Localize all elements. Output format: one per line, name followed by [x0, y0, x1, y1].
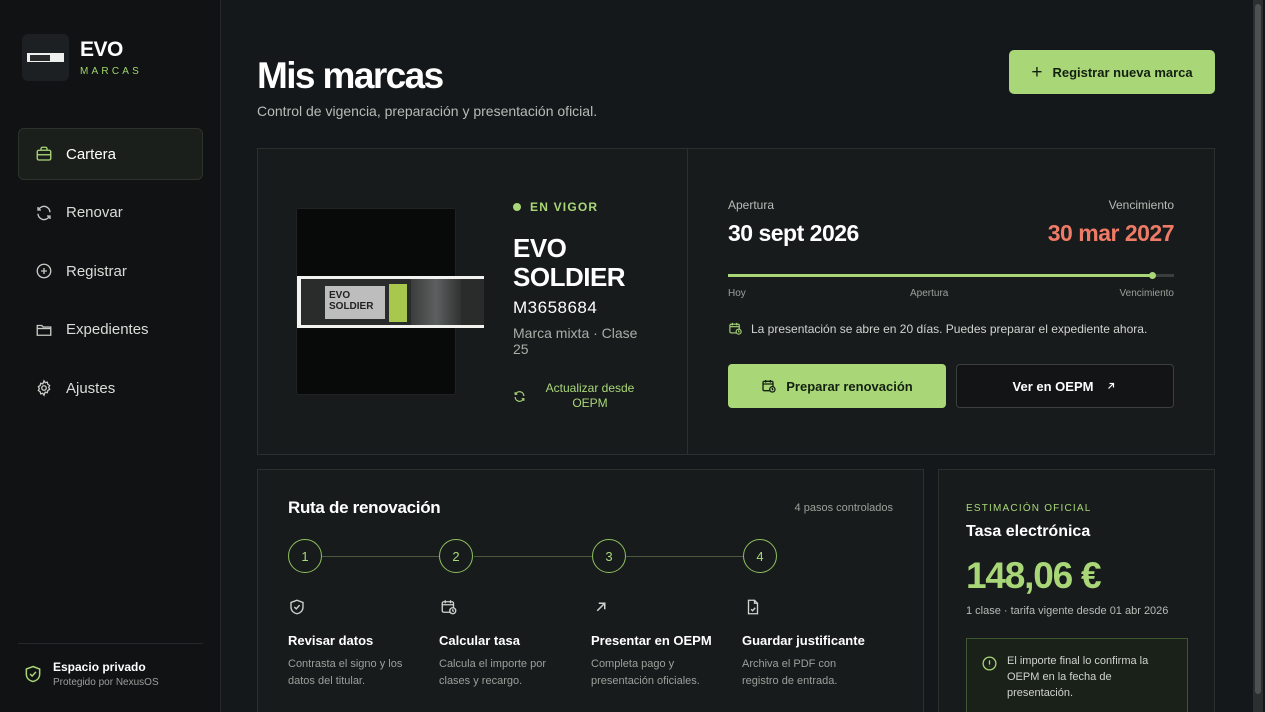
sidebar: EVO MARCAS Cartera Renovar Registrar Exp… — [0, 0, 221, 712]
arrow-up-right-icon — [1108, 382, 1115, 389]
mark-image: EVO SOLDIER — [296, 208, 484, 395]
status-dot — [513, 203, 521, 211]
sidebar-item-renovar[interactable]: Renovar — [18, 187, 203, 239]
step-description: Contrasta el signo y los datos del titul… — [288, 658, 403, 687]
step-description: Completa pago y presentación oficiales. — [591, 658, 700, 687]
step-number: 2 — [439, 539, 473, 573]
scrollbar[interactable] — [1253, 0, 1263, 712]
view-oepm-label: Ver en OEPM — [1012, 378, 1094, 394]
page-title: Mis marcas — [257, 55, 444, 96]
opening-date: 30 sept 2026 — [728, 220, 859, 246]
prepare-renewal-label: Preparar renovación — [786, 378, 913, 394]
update-from-oepm-label: Actualizar desde OEPM — [545, 381, 635, 410]
step-connector — [626, 556, 743, 557]
prepare-renewal-button[interactable]: Preparar renovación — [728, 364, 946, 408]
step-description: Calcula el importe por clases y recargo. — [439, 658, 546, 687]
step-number: 3 — [592, 539, 626, 573]
gear-icon — [37, 379, 51, 397]
view-oepm-button[interactable]: Ver en OEPM — [956, 364, 1174, 408]
page-subtitle: Control de vigencia, preparación y prese… — [257, 103, 598, 119]
timeline-progress — [728, 274, 1152, 277]
brand-subtitle: MARCAS — [80, 65, 142, 77]
info-icon — [982, 656, 997, 671]
refresh-icon — [37, 205, 51, 220]
timeline-marker — [1148, 272, 1156, 279]
calendar-clock-icon — [762, 380, 776, 393]
scrollbar-thumb[interactable] — [1255, 4, 1261, 694]
fee-note-text: El importe final lo confirma la OEPM en … — [1007, 655, 1149, 699]
mark-number: M3658684 — [513, 298, 598, 317]
private-space-subtitle: Protegido por NexusOS — [53, 677, 159, 688]
fee-title: Tasa electrónica — [966, 523, 1091, 540]
plus-icon: + — [1031, 61, 1043, 83]
sidebar-item-label: Expedientes — [66, 321, 149, 338]
brand-logo — [22, 34, 69, 81]
brand-title: EVO — [80, 37, 123, 61]
calendar-clock-icon — [441, 600, 457, 615]
shield-check-icon — [290, 599, 304, 615]
timeline-track — [728, 272, 1174, 279]
shield-check-icon — [25, 665, 41, 683]
sidebar-item-label: Cartera — [66, 145, 117, 163]
sidebar-item-label: Ajustes — [66, 379, 116, 397]
sidebar-item-cartera[interactable]: Cartera — [18, 128, 203, 180]
fee-kicker: ESTIMACIÓN OFICIAL — [966, 503, 1092, 514]
step-connector — [474, 556, 592, 557]
private-space: Espacio privado Protegido por NexusOS — [18, 643, 203, 688]
private-space-title: Espacio privado — [53, 660, 146, 674]
sidebar-item-expedientes[interactable]: Expedientes — [18, 304, 203, 356]
status-label: EN VIGOR — [530, 200, 599, 214]
step-number: 4 — [743, 539, 777, 573]
step-title: Guardar justificante — [742, 633, 865, 648]
status-badge: EN VIGOR — [513, 200, 598, 214]
opening-note-text: La presentación se abre en 20 días. Pued… — [751, 321, 1148, 336]
plus-circle-icon — [36, 263, 52, 279]
step-title: Calcular tasa — [439, 633, 520, 648]
arrow-up-right-icon — [596, 602, 606, 612]
sidebar-item-label: Renovar — [66, 204, 123, 221]
document-check-icon — [747, 599, 759, 615]
update-from-oepm-button[interactable]: Actualizar desde OEPM — [513, 381, 653, 411]
calendar-clock-icon — [729, 322, 742, 335]
timeline-opening-label: Apertura — [910, 288, 949, 299]
route-meta: 4 pasos controlados — [794, 502, 893, 514]
sidebar-item-label: Registrar — [66, 262, 127, 280]
sidebar-item-ajustes[interactable]: Ajustes — [18, 362, 203, 414]
fee-subtitle: 1 clase · tarifa vigente desde 01 abr 20… — [966, 605, 1169, 617]
expiry-date: 30 mar 2027 — [1047, 220, 1175, 246]
timeline-today-label: Hoy — [728, 288, 746, 299]
refresh-icon — [514, 390, 525, 402]
new-mark-button-label: Registrar nueva marca — [1052, 64, 1193, 80]
mark-type: Marca mixta · Clase 25 — [513, 325, 638, 357]
fee-note: El importe final lo confirma la OEPM en … — [966, 638, 1188, 712]
step-number: 1 — [288, 539, 322, 573]
expiry-label: Vencimiento — [1108, 198, 1174, 212]
sidebar-item-registrar[interactable]: Registrar — [18, 245, 203, 297]
briefcase-icon — [36, 146, 52, 161]
fee-value: 148,06 € — [966, 555, 1102, 596]
opening-label: Apertura — [728, 198, 775, 212]
step-title: Revisar datos — [288, 633, 374, 648]
opening-note: La presentación se abre en 20 días. Pued… — [728, 321, 1147, 336]
fee-card: ESTIMACIÓN OFICIAL Tasa electrónica 148,… — [938, 469, 1215, 712]
sidebar-nav: Cartera Renovar Registrar Expedientes Aj… — [18, 128, 203, 421]
new-mark-button[interactable]: + Registrar nueva marca — [1009, 50, 1215, 94]
folder-icon — [36, 324, 52, 336]
step-title: Presentar en OEPM — [591, 633, 712, 648]
timeline-expiry-label: Vencimiento — [1119, 288, 1174, 299]
mark-name: EVO SOLDIER — [513, 233, 626, 292]
mark-card: EVO SOLDIER EN VIGOR EVO SOLDIER M3658684… — [257, 148, 1215, 455]
renewal-route-card: Ruta de renovación 4 pasos controlados 1… — [257, 469, 924, 712]
step-description: Archiva el PDF con registro de entrada. — [742, 658, 838, 687]
route-title: Ruta de renovación — [288, 498, 441, 517]
brand[interactable]: EVO MARCAS — [22, 34, 142, 81]
step-connector — [322, 556, 439, 557]
